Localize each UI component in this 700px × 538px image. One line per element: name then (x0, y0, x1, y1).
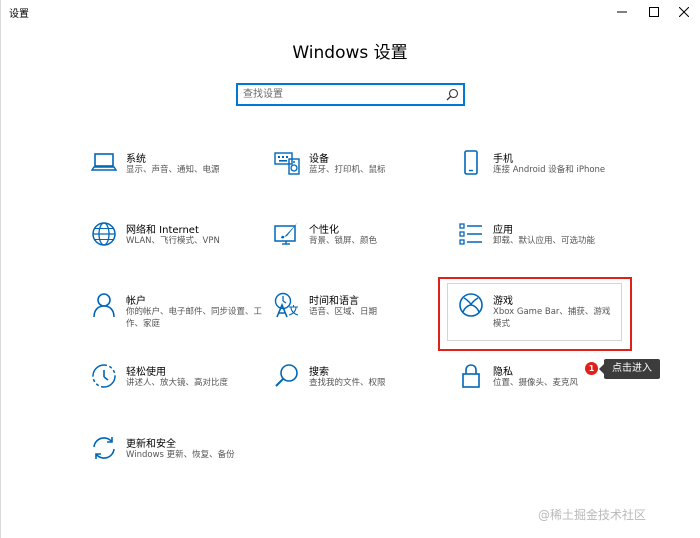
maximize-icon (649, 7, 659, 17)
tile-description: 卸载、默认应用、可选功能 (493, 236, 596, 246)
tile-description: 显示、声音、通知、电源 (126, 165, 220, 175)
tile-phone[interactable]: 手机 连接 Android 设备和 iPhone (458, 150, 638, 202)
tile-title: 帐户 (126, 296, 146, 307)
tile-accounts[interactable]: 帐户 你的帐户、电子邮件、同步设置、工作、家庭 (91, 292, 271, 344)
time-language-icon (274, 292, 300, 318)
tile-title: 更新和安全 (126, 439, 176, 450)
tile-description: WLAN、飞行模式、VPN (126, 236, 220, 246)
search-icon[interactable] (446, 88, 459, 101)
paint-screen-icon (274, 221, 300, 247)
tile-devices[interactable]: 设备 蓝牙、打印机、鼠标 (274, 150, 454, 202)
tile-time-language[interactable]: 时间和语言 语音、区域、日期 (274, 292, 454, 344)
tile-description: 你的帐户、电子邮件、同步设置、工作、家庭 (126, 307, 263, 329)
minimize-icon (617, 11, 627, 13)
ease-of-access-icon (91, 363, 117, 389)
search-box[interactable] (236, 83, 465, 106)
tile-ease-of-access[interactable]: 轻松使用 讲述人、放大镜、高对比度 (91, 363, 271, 415)
xbox-icon (458, 292, 484, 318)
tile-title: 时间和语言 (309, 296, 359, 307)
close-button[interactable] (668, 0, 700, 24)
app-list-icon (458, 221, 484, 247)
person-icon (91, 292, 117, 318)
tile-title: 轻松使用 (126, 367, 166, 378)
title-bar: 设置 (0, 0, 700, 24)
tile-title: 个性化 (309, 225, 339, 236)
tile-title: 搜索 (309, 367, 329, 378)
sync-icon (91, 435, 117, 461)
tile-gaming[interactable]: 游戏 Xbox Game Bar、捕获、游戏模式 (458, 292, 638, 344)
tile-network[interactable]: 网络和 Internet WLAN、飞行模式、VPN (91, 221, 271, 273)
tile-description: 连接 Android 设备和 iPhone (493, 165, 606, 175)
tile-description: Xbox Game Bar、捕获、游戏模式 (493, 307, 611, 329)
magnifier-icon (274, 363, 300, 389)
tile-description: 蓝牙、打印机、鼠标 (309, 165, 386, 175)
tile-search[interactable]: 搜索 查找我的文件、权限 (274, 363, 454, 415)
tile-update-security[interactable]: 更新和安全 Windows 更新、恢复、备份 (91, 435, 271, 487)
window-border (0, 0, 1, 538)
tile-description: 背景、锁屏、颜色 (309, 236, 378, 246)
tile-description: Windows 更新、恢复、备份 (126, 450, 235, 460)
tile-description: 语音、区域、日期 (309, 307, 378, 317)
keyboard-speaker-icon (274, 150, 300, 176)
tile-title: 游戏 (493, 296, 513, 307)
phone-icon (458, 150, 484, 176)
tile-title: 隐私 (493, 367, 513, 378)
page-title: Windows 设置 (292, 43, 408, 63)
tile-apps[interactable]: 应用 卸载、默认应用、可选功能 (458, 221, 638, 273)
tile-title: 手机 (493, 154, 513, 165)
tile-description: 查找我的文件、权限 (309, 378, 386, 388)
minimize-button[interactable] (606, 0, 638, 24)
globe-icon (91, 221, 117, 247)
tile-title: 应用 (493, 225, 513, 236)
step-badge: 1 (585, 362, 598, 375)
tile-title: 系统 (126, 154, 146, 165)
tile-title: 设备 (309, 154, 329, 165)
tile-description: 讲述人、放大镜、高对比度 (126, 378, 229, 388)
lock-icon (458, 363, 484, 389)
tile-system[interactable]: 系统 显示、声音、通知、电源 (90, 150, 271, 202)
watermark: @稀土掘金技术社区 (538, 508, 647, 522)
search-input[interactable] (243, 87, 443, 102)
tile-personalization[interactable]: 个性化 背景、锁屏、颜色 (274, 221, 454, 273)
laptop-icon (90, 150, 118, 176)
close-icon (679, 7, 689, 17)
tile-title: 网络和 Internet (126, 225, 199, 236)
app-title: 设置 (9, 9, 29, 20)
tooltip: 点击进入 (599, 359, 660, 379)
maximize-button[interactable] (638, 0, 670, 24)
